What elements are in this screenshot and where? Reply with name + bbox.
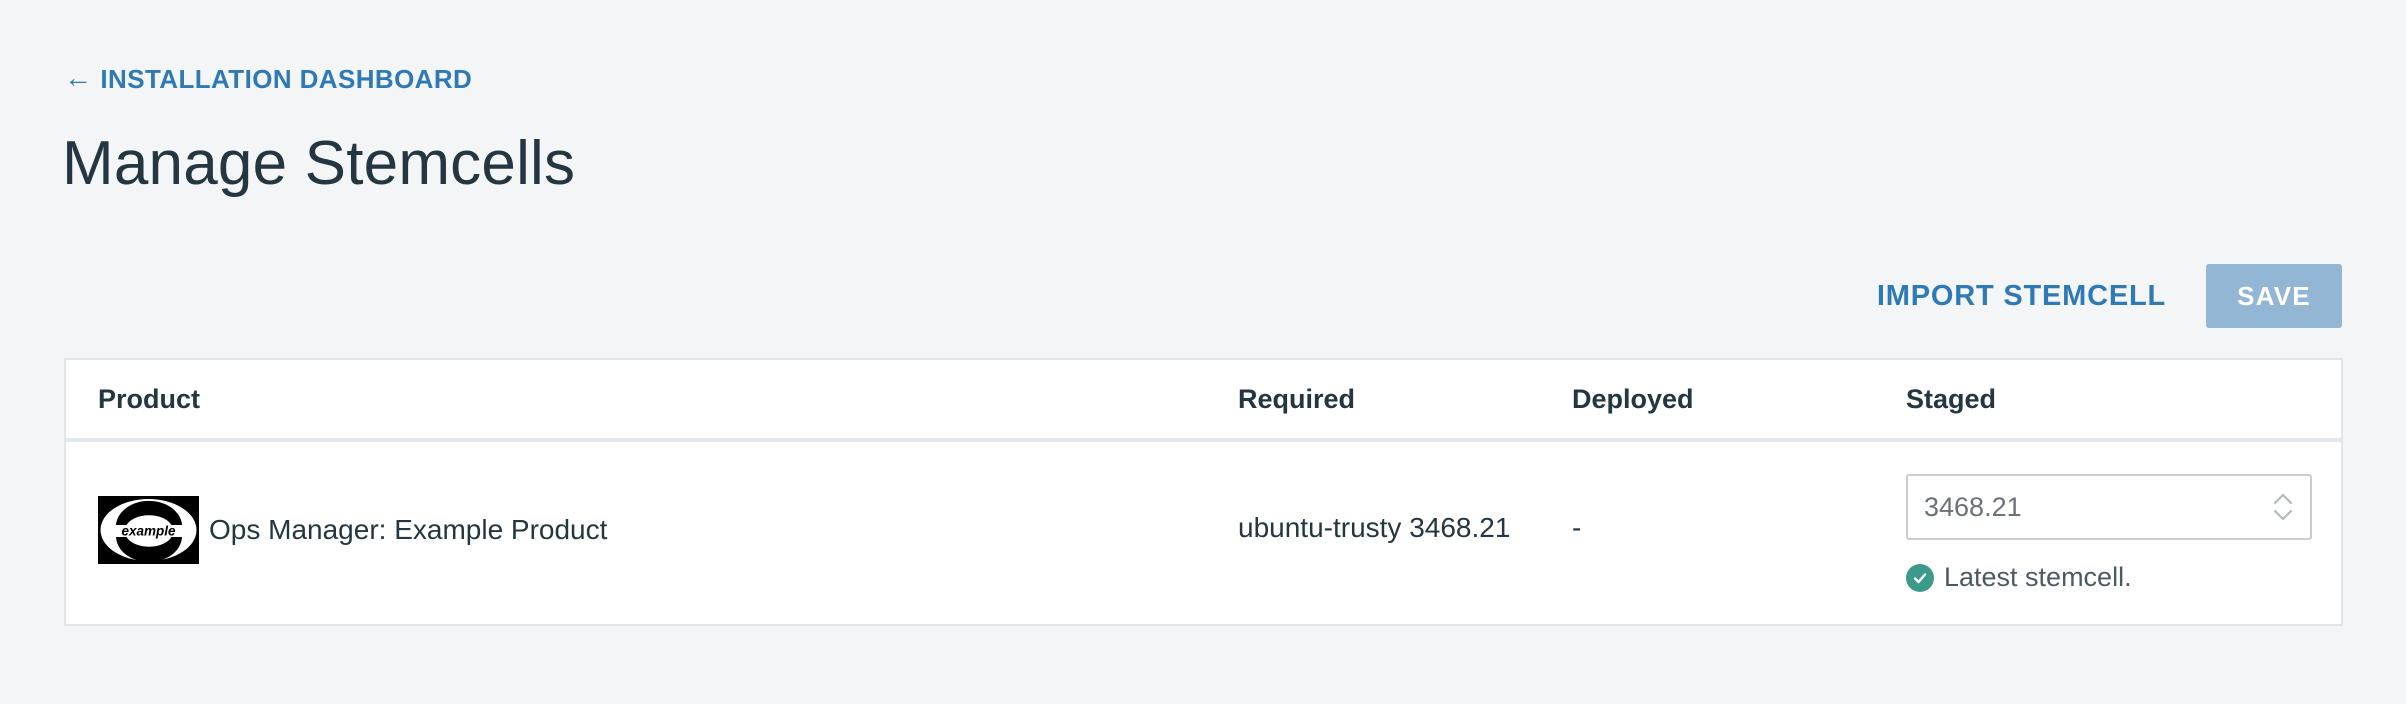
manage-stemcells-page: ← INSTALLATION DASHBOARD Manage Stemcell… — [0, 0, 2406, 704]
table-row: example Ops Manager: Example Product ubu… — [66, 442, 2341, 622]
chevron-up-down-icon — [2272, 490, 2294, 531]
stemcells-table: Product Required Deployed Staged example — [64, 358, 2343, 626]
page-title: Manage Stemcells — [62, 129, 576, 198]
header-deployed: Deployed — [1572, 384, 1694, 414]
back-to-installation-dashboard-link[interactable]: ← INSTALLATION DASHBOARD — [64, 61, 473, 95]
toolbar: IMPORT STEMCELL SAVE — [1877, 264, 2342, 328]
staged-stemcell-select[interactable]: 3468.21 — [1906, 474, 2312, 540]
product-cell: example Ops Manager: Example Product — [98, 496, 607, 564]
header-required: Required — [1238, 384, 1356, 414]
staged-cell: 3468.21 Latest stemcell. — [1906, 474, 2312, 593]
header-staged: Staged — [1906, 384, 1997, 414]
arrow-left-icon: ← — [64, 61, 93, 93]
check-circle-icon — [1906, 563, 1934, 592]
staged-stemcell-value: 3468.21 — [1924, 491, 2022, 522]
save-button[interactable]: SAVE — [2206, 264, 2342, 328]
product-logo: example — [98, 496, 199, 564]
required-stemcell: ubuntu-trusty 3468.21 — [1238, 512, 1511, 543]
table-header: Product Required Deployed Staged — [66, 360, 2341, 442]
logo-wordmark: example — [121, 524, 176, 539]
status-text: Latest stemcell. — [1944, 562, 2132, 592]
deployed-stemcell: - — [1572, 512, 1582, 543]
header-product: Product — [98, 384, 201, 414]
product-name: Ops Manager: Example Product — [209, 514, 608, 545]
import-stemcell-button[interactable]: IMPORT STEMCELL — [1877, 280, 2166, 313]
example-logo-graphic: example — [98, 496, 199, 564]
stemcell-status: Latest stemcell. — [1906, 562, 2312, 593]
back-link-label: INSTALLATION DASHBOARD — [100, 64, 473, 94]
